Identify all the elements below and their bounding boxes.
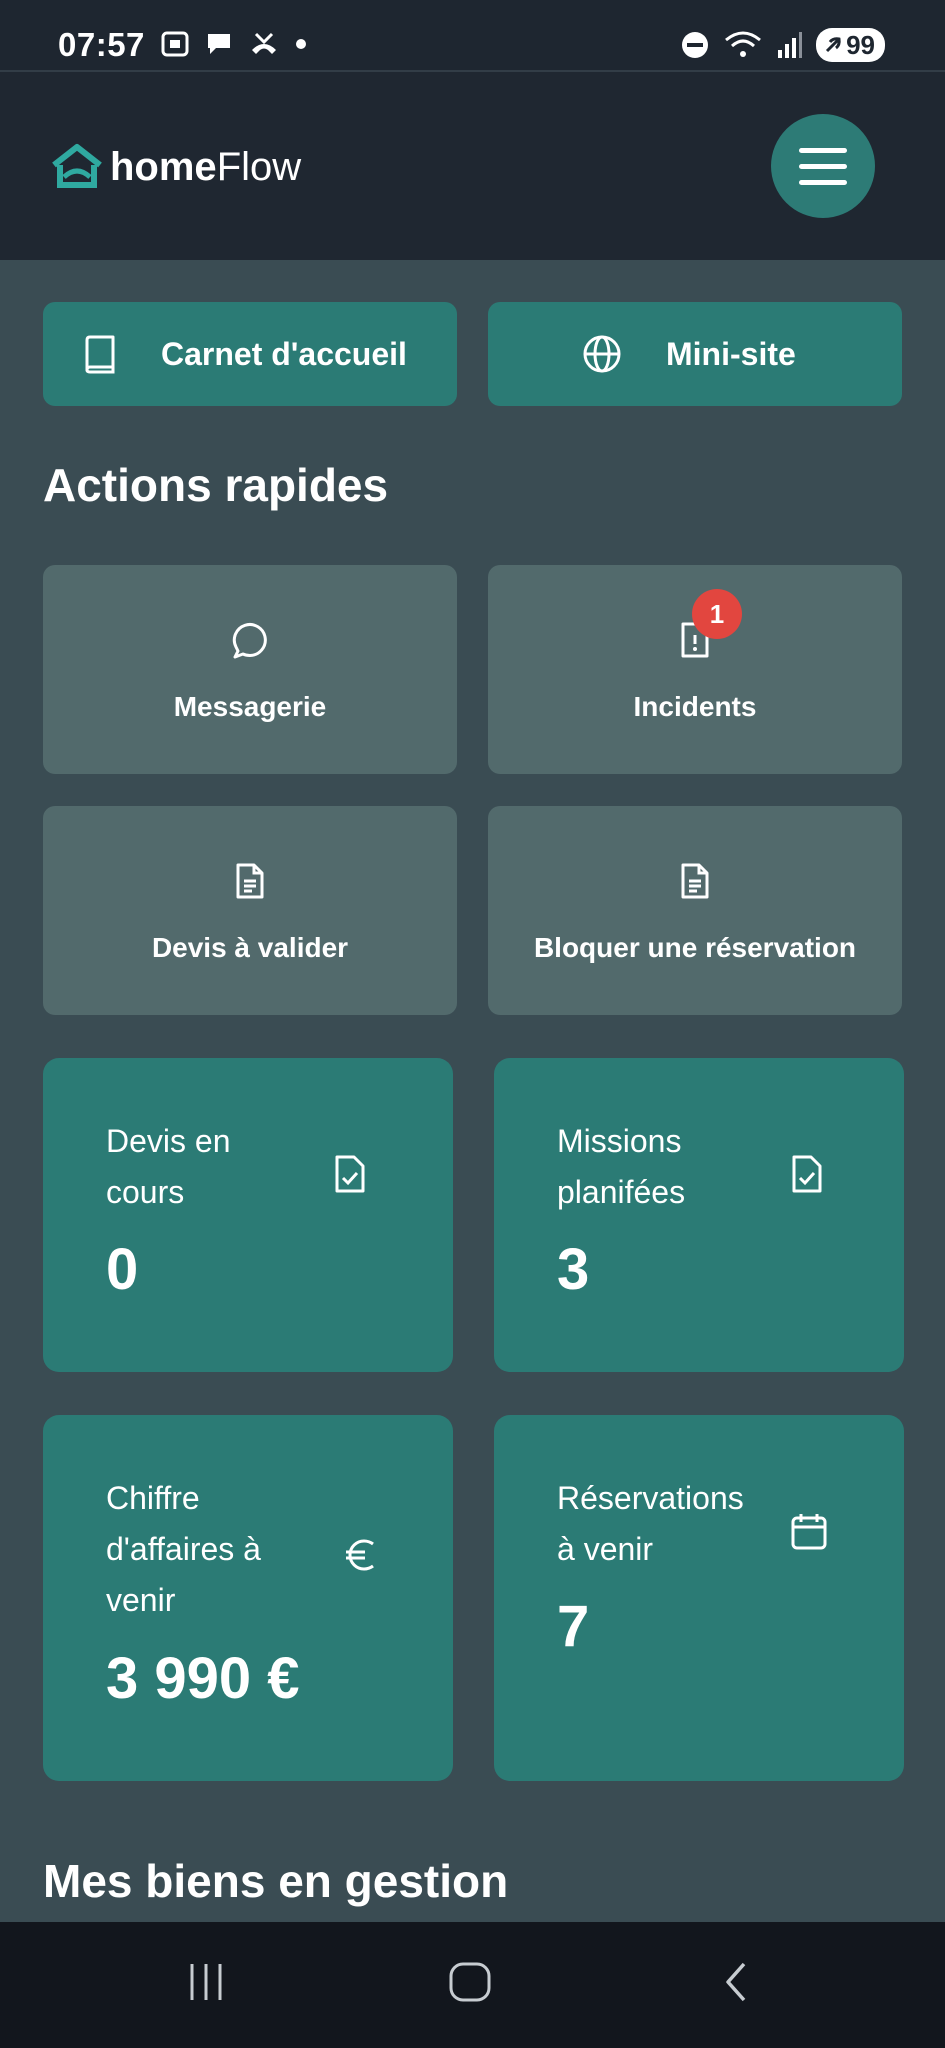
file-check-icon [792,1155,822,1193]
devis-a-valider-label: Devis à valider [151,932,349,963]
stat-title: Missions planifées [557,1123,686,1210]
globe-icon [583,335,621,373]
message-circle-icon [232,623,267,659]
stat-card-devis-en-cours[interactable]: Devis en cours 0 [43,1058,453,1372]
logo-text-flow: Flow [216,144,302,189]
battery-icon: 99 [816,28,885,62]
stat-value: 3 990 € [106,1646,300,1711]
stat-title: Chiffre d'affaires à venir [106,1480,261,1618]
document-icon [236,863,264,899]
chat-bubble-icon [208,34,230,54]
book-icon [85,335,115,374]
messagerie-label: Messagerie [173,691,327,722]
stat-card-chiffre-affaires[interactable]: Chiffre d'affaires à venir 3 990 € [43,1415,453,1781]
status-bar: 07:57 99 [0,0,945,72]
home-icon[interactable] [447,1960,493,2004]
quick-actions-title: Actions rapides [43,459,389,511]
back-icon[interactable] [718,1960,754,2004]
carnet-accueil-button[interactable]: Carnet d'accueil [43,302,457,406]
euro-icon [346,1539,374,1571]
do-not-disturb-icon [682,32,709,58]
devis-a-valider-button[interactable]: Devis à valider [43,806,457,1015]
house-logo-icon [52,144,102,188]
app-header: home Flow [0,72,945,260]
messagerie-button[interactable]: Messagerie [43,565,457,774]
stat-card-missions-planifiees[interactable]: Missions planifées 3 [494,1058,904,1372]
stat-value: 0 [106,1237,139,1302]
stat-value: 3 [557,1237,590,1302]
status-time: 07:57 [58,26,145,63]
carnet-accueil-label: Carnet d'accueil [161,335,407,372]
calendar-icon [791,1514,827,1550]
bloquer-reservation-label: Bloquer une réservation [533,932,857,963]
homeflow-logo[interactable]: home Flow [50,140,301,194]
stat-value: 7 [557,1594,590,1659]
recent-apps-icon[interactable] [184,1960,228,2004]
stat-card-reservations-a-venir[interactable]: Réservations à venir 7 [494,1415,904,1781]
wifi-icon [725,31,762,57]
system-nav-bar [0,1922,945,2048]
status-notification-icons [160,30,308,58]
incidents-label: Incidents [633,691,757,722]
screenshot-icon [161,31,189,57]
mini-site-button[interactable]: Mini-site [488,302,902,406]
bloquer-reservation-button[interactable]: Bloquer une réservation [488,806,902,1015]
battery-level: 99 [846,29,875,60]
stat-title: Réservations à venir [557,1480,744,1567]
hamburger-menu-icon[interactable] [771,114,875,218]
document-icon [681,863,709,899]
stat-title: Devis en cours [106,1123,231,1210]
incidents-button[interactable]: Incidents [488,565,902,774]
incidents-count-badge: 1 [692,589,742,639]
missed-call-icon [252,32,276,54]
status-system-icons: 99 [680,28,885,62]
properties-title: Mes biens en gestion [43,1855,509,1907]
mini-site-label: Mini-site [666,335,796,372]
file-check-icon [335,1155,365,1193]
logo-text-home: home [110,144,217,189]
signal-icon [778,32,803,58]
dot-icon [296,39,306,49]
